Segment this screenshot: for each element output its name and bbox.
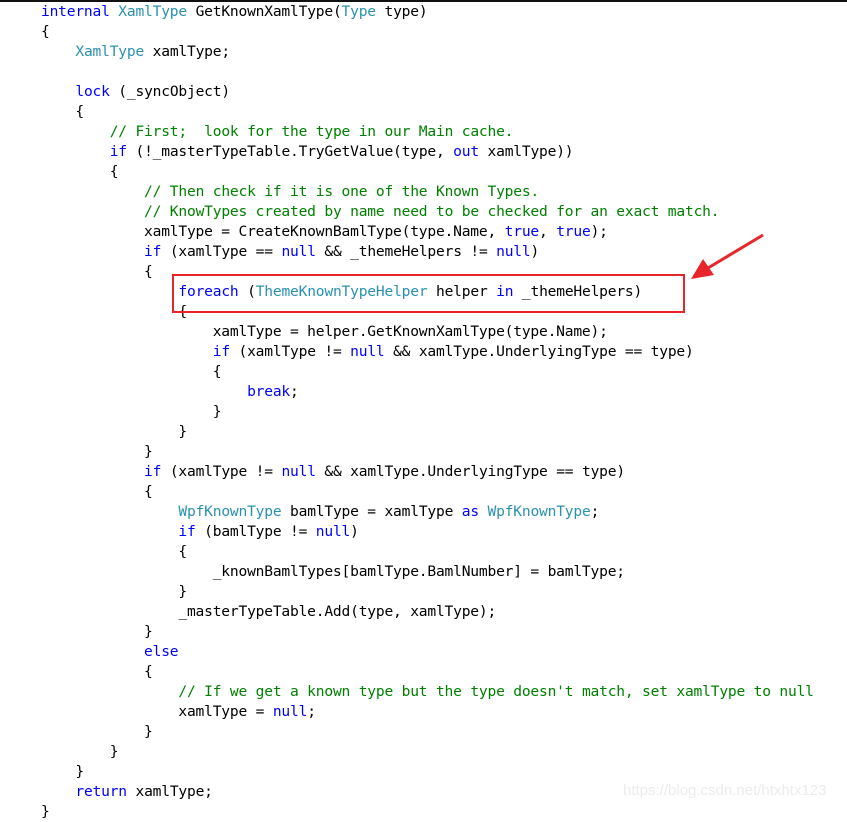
arrow-icon	[691, 233, 764, 279]
watermark: https://blog.csdn.net/htxhtx123	[623, 782, 827, 799]
